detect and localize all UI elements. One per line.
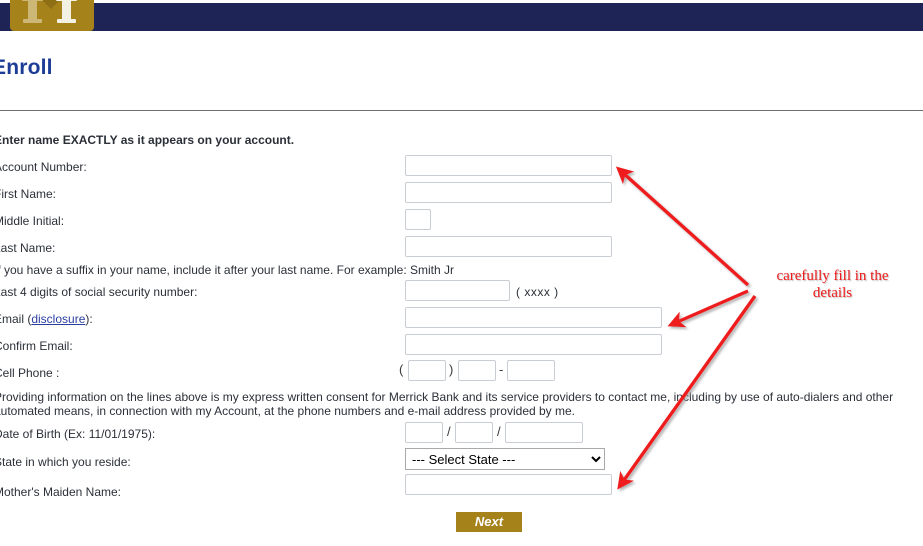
last-name-input[interactable]: [405, 236, 612, 257]
dob-slash-1: /: [447, 424, 451, 439]
phone-open-paren: (: [399, 362, 404, 377]
first-name-input[interactable]: [405, 182, 612, 203]
cell-phone-label: Cell Phone :: [0, 366, 60, 380]
ssn-last4-label: Last 4 digits of social security number:: [0, 285, 198, 299]
consent-line-2: connection with my Account, at the phone…: [109, 404, 576, 418]
ssn-format-hint: ( xxxx ): [516, 285, 559, 299]
email-disclosure-link[interactable]: disclosure: [31, 312, 85, 326]
annotation-arrow-top: [615, 166, 750, 287]
date-of-birth-label: Date of Birth (Ex: 11/01/1975):: [0, 427, 156, 441]
email-label-prefix: Email (: [0, 312, 32, 326]
state-select[interactable]: --- Select State ---: [405, 448, 605, 470]
middle-initial-label: Middle Initial:: [0, 214, 65, 228]
cell-phone-area-code-input[interactable]: [408, 360, 446, 381]
header-divider: [0, 110, 923, 111]
annotation-text: carefully fill in the details: [745, 268, 920, 302]
dob-month-input[interactable]: [405, 422, 443, 443]
mothers-maiden-name-input[interactable]: [405, 474, 612, 495]
email-label-suffix: ):: [85, 312, 93, 326]
confirm-email-label: Confirm Email:: [0, 339, 73, 353]
page-title: Enroll: [0, 56, 53, 79]
logo-pillar-left-icon: [22, 0, 43, 23]
phone-close-paren: ): [449, 362, 454, 377]
confirm-email-input[interactable]: [405, 334, 662, 355]
consent-paragraph: Providing information on the lines above…: [0, 390, 923, 418]
middle-initial-input[interactable]: [405, 209, 431, 230]
merrick-bank-logo[interactable]: [10, 0, 94, 31]
cell-phone-prefix-input[interactable]: [458, 360, 496, 381]
email-input[interactable]: [405, 307, 662, 328]
suffix-note: If you have a suffix in your name, inclu…: [0, 263, 454, 277]
account-number-input[interactable]: [405, 155, 612, 176]
logo-pillar-right-icon: [56, 0, 77, 23]
email-label: Email (disclosure):: [0, 312, 93, 326]
annotation-text-line-1: carefully fill in the: [776, 268, 889, 284]
next-button[interactable]: Next: [456, 512, 522, 532]
top-navigation-bar: [0, 0, 923, 31]
account-number-label: Account Number:: [0, 160, 87, 174]
dob-day-input[interactable]: [455, 422, 493, 443]
mothers-maiden-name-label: Mother's Maiden Name:: [0, 485, 122, 499]
last-name-label: Last Name:: [0, 241, 56, 255]
annotation-arrow-middle: [667, 289, 749, 328]
logo-notch-icon: [42, 0, 60, 9]
cell-phone-line-input[interactable]: [507, 360, 555, 381]
ssn-last4-input[interactable]: [405, 280, 510, 301]
dob-year-input[interactable]: [505, 422, 583, 443]
annotation-text-line-2: details: [812, 285, 853, 301]
first-name-label: First Name:: [0, 187, 57, 201]
dob-slash-2: /: [497, 424, 501, 439]
form-instruction: Enter name EXACTLY as it appears on your…: [0, 133, 295, 147]
phone-dash: -: [499, 362, 504, 377]
state-label: State in which you reside:: [0, 455, 131, 469]
